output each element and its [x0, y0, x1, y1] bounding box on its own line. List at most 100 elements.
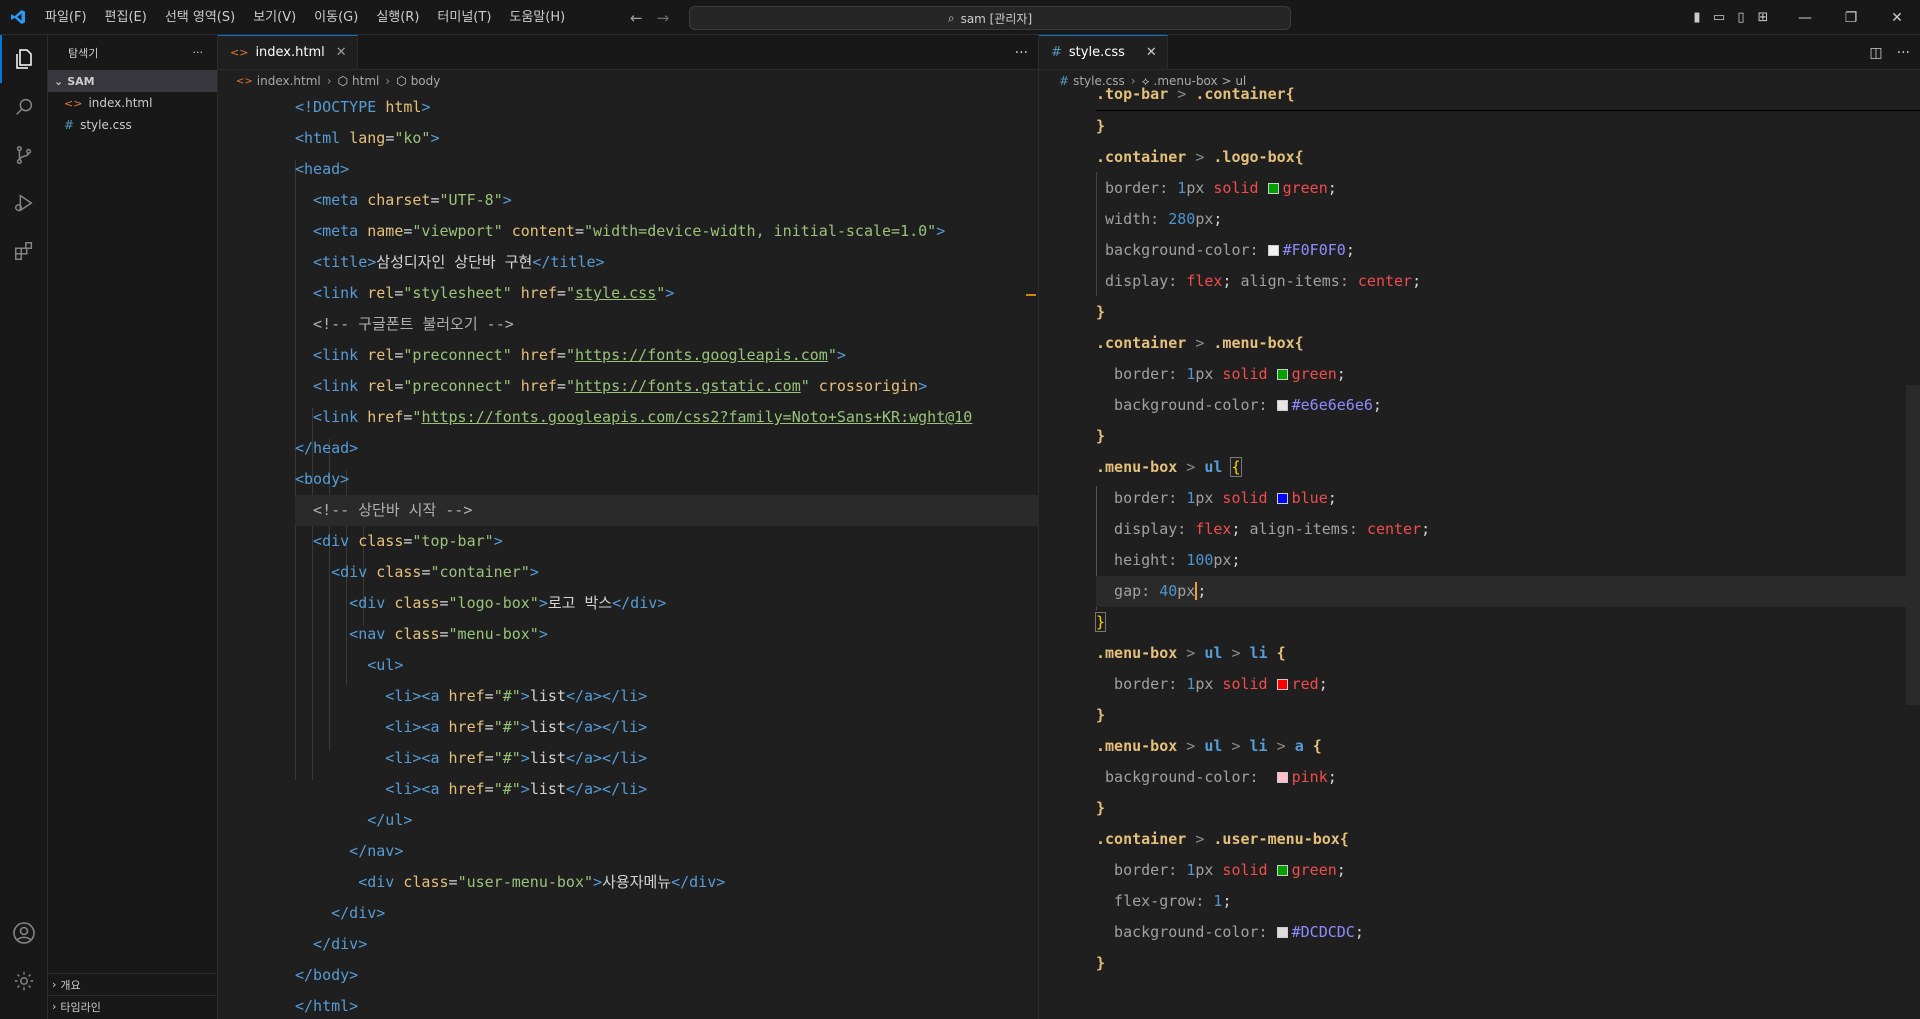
code-line: background-color: #F0F0F0; [1096, 241, 1355, 259]
code-line: </body> [295, 966, 359, 984]
tab-label: index.html [255, 45, 325, 60]
code-line: <link rel="stylesheet" href="style.css"> [295, 284, 675, 302]
tab-label: style.css [1068, 45, 1125, 60]
timeline-section[interactable]: › 타임라인 [48, 995, 218, 1017]
code-line: <link rel="preconnect" href="https://fon… [295, 377, 928, 395]
menu-go[interactable]: 이동(G) [305, 0, 367, 35]
code-line: <body> [295, 470, 350, 488]
more-actions-icon[interactable]: ··· [1015, 45, 1028, 61]
code-line: <html lang="ko"> [295, 129, 440, 147]
html-file-icon: <> [236, 75, 253, 87]
code-line: background-color: #DCDCDC; [1096, 923, 1364, 941]
menu-terminal[interactable]: 터미널(T) [428, 0, 500, 35]
tab-index-html[interactable]: <> index.html ✕ [218, 35, 358, 69]
css-code-area[interactable]: .top-bar > .container{ } .container > .l… [1039, 79, 1920, 999]
menu-file[interactable]: 파일(F) [36, 0, 96, 35]
run-debug-icon[interactable] [0, 179, 48, 227]
tab-style-css[interactable]: # style.css ✕ [1039, 35, 1168, 69]
code-line: } [1096, 117, 1106, 135]
customize-layout-icon[interactable]: ⊞ [1752, 0, 1774, 35]
search-icon: ⌕ [947, 10, 955, 25]
color-swatch-pink[interactable] [1276, 772, 1288, 783]
code-line: <meta name="viewport" content="width=dev… [295, 222, 946, 240]
code-line: </html> [295, 997, 359, 1015]
code-line: </head> [295, 439, 359, 457]
code-line: </ul> [295, 811, 413, 829]
back-arrow-icon[interactable]: ← [630, 9, 643, 27]
close-window-icon[interactable]: ✕ [1874, 0, 1920, 35]
restore-icon[interactable]: ❐ [1828, 0, 1874, 35]
html-code-area[interactable]: <!DOCTYPE html> <html lang="ko"> <head> … [218, 92, 1038, 1015]
color-swatch-green[interactable] [1276, 369, 1288, 380]
minimap-marker [1026, 294, 1036, 296]
code-line: } [1096, 954, 1106, 972]
file-item-index-html[interactable]: <> index.html [48, 92, 217, 114]
color-swatch-dcdcdc[interactable] [1276, 927, 1288, 938]
color-swatch-green[interactable] [1276, 865, 1288, 876]
workspace-folder[interactable]: ⌄ SAM [48, 70, 217, 92]
code-line: <li><a href="#">list</a></li> [295, 718, 648, 736]
toggle-secondary-sidebar-icon[interactable]: ▯ [1730, 0, 1752, 35]
command-center-search[interactable]: ⌕ sam [관리자] [689, 6, 1291, 30]
code-line: <li><a href="#">list</a></li> [295, 780, 648, 798]
close-tab-icon[interactable]: ✕ [336, 45, 347, 60]
split-editor-icon[interactable]: ◫ [1869, 45, 1882, 61]
menu-help[interactable]: 도움말(H) [500, 0, 574, 35]
folder-label: SAM [67, 74, 95, 88]
color-swatch-blue[interactable] [1276, 493, 1288, 504]
search-label: sam [관리자] [960, 11, 1033, 26]
source-control-icon[interactable] [0, 131, 48, 179]
code-line: .container > .user-menu-box{ [1096, 830, 1349, 848]
file-item-style-css[interactable]: # style.css [48, 114, 217, 136]
menu-edit[interactable]: 편집(E) [96, 0, 156, 35]
html-file-icon: <> [230, 46, 249, 59]
menu-view[interactable]: 보기(V) [244, 0, 305, 35]
close-tab-icon[interactable]: ✕ [1146, 45, 1157, 60]
extensions-icon[interactable] [0, 227, 48, 275]
more-actions-icon[interactable]: ··· [193, 46, 204, 59]
code-line: border: 1px solid red; [1096, 675, 1328, 693]
accounts-icon[interactable] [0, 909, 48, 957]
timeline-label: 타임라인 [60, 1000, 101, 1014]
code-line: <link rel="preconnect" href="https://fon… [295, 346, 846, 364]
vertical-scrollbar[interactable] [1906, 385, 1920, 705]
breadcrumb-item[interactable]: html [352, 74, 379, 88]
code-line: } [1096, 427, 1106, 445]
breadcrumb-item[interactable]: body [411, 74, 441, 88]
outline-section[interactable]: › 개요 [48, 973, 218, 995]
color-swatch-red[interactable] [1276, 679, 1288, 690]
code-line: </div> [295, 935, 368, 953]
code-line: border: 1px solid blue; [1096, 489, 1337, 507]
toggle-primary-sidebar-icon[interactable]: ▮ [1686, 0, 1708, 35]
more-actions-icon[interactable]: ··· [1897, 45, 1910, 61]
menu-bar: 파일(F) 편집(E) 선택 영역(S) 보기(V) 이동(G) 실행(R) 터… [36, 0, 574, 35]
code-line: .menu-box > ul > li { [1096, 644, 1286, 662]
code-line: width: 280px; [1096, 210, 1223, 228]
breadcrumb: <> index.html › ⬡ html › ⬡ body [236, 74, 441, 88]
code-line: <!DOCTYPE html> [295, 98, 431, 116]
breadcrumb-item[interactable]: index.html [257, 74, 321, 88]
menu-run[interactable]: 실행(R) [367, 0, 428, 35]
minimize-icon[interactable]: — [1782, 0, 1828, 35]
code-line: <head> [295, 160, 350, 178]
chevron-right-icon: › [52, 1000, 57, 1013]
element-icon: ⬡ [337, 74, 349, 88]
code-line: .container > .menu-box{ [1096, 334, 1304, 352]
menu-selection[interactable]: 선택 영역(S) [156, 0, 244, 35]
code-line: } [1094, 612, 1107, 632]
left-editor-group: <> index.html ✕ ··· <> index.html › ⬡ ht… [218, 35, 1039, 1019]
color-swatch-e6e6e6[interactable] [1276, 400, 1288, 411]
code-line: } [1096, 706, 1106, 724]
color-swatch-green[interactable] [1267, 183, 1279, 194]
color-swatch-f0f0f0[interactable] [1267, 245, 1279, 256]
code-line: .menu-box > ul > li > a { [1096, 737, 1322, 755]
explorer-icon[interactable] [0, 35, 48, 83]
forward-arrow-icon[interactable]: → [657, 9, 670, 27]
toggle-panel-icon[interactable]: ▭ [1708, 0, 1730, 35]
manage-gear-icon[interactable] [0, 957, 48, 1005]
code-line: background-color: pink; [1096, 768, 1337, 786]
code-line: <link href="https://fonts.googleapis.com… [295, 408, 973, 426]
explorer-title: 탐색기 [68, 46, 99, 60]
search-view-icon[interactable] [0, 83, 48, 131]
outline-label: 개요 [60, 978, 81, 992]
